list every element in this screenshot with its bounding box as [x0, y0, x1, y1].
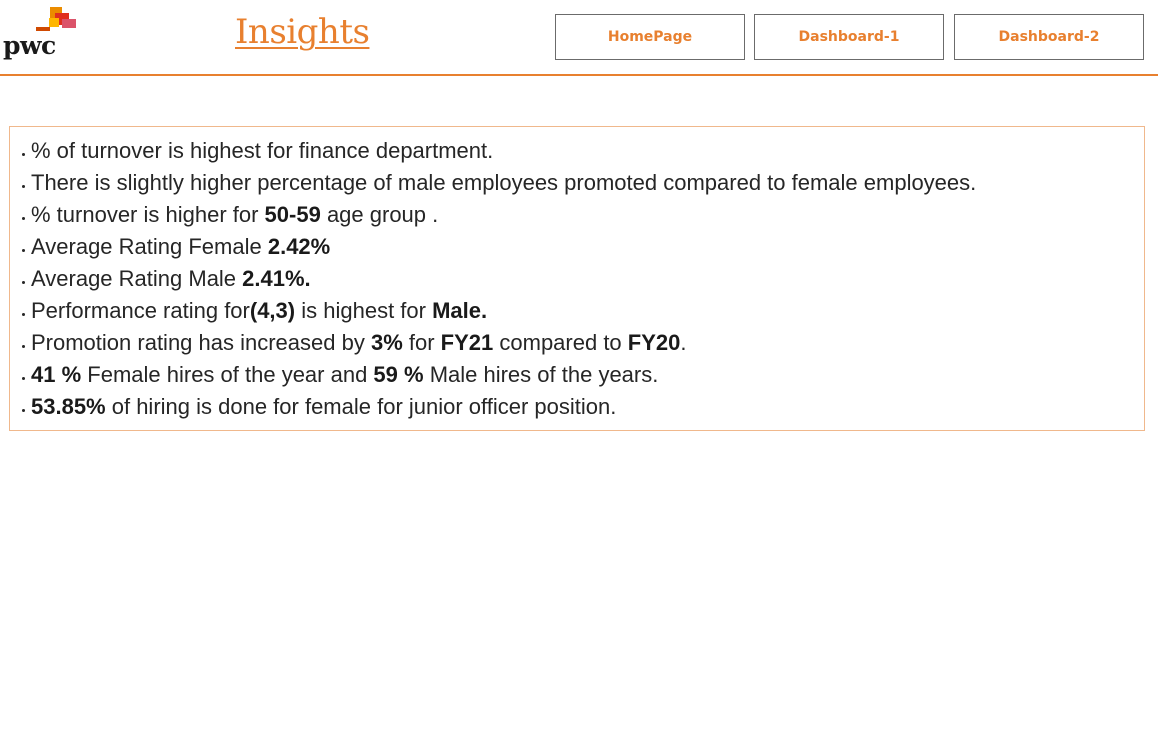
- bullet-icon: [22, 376, 25, 380]
- insight-highlight: (4,3): [249, 298, 296, 323]
- homepage-button[interactable]: HomePage: [555, 14, 745, 60]
- insight-text: age group .: [320, 202, 439, 227]
- insight-item-turnover-finance: % of turnover is highest for finance dep…: [22, 135, 1144, 167]
- insight-highlight: FY20: [627, 330, 681, 355]
- header: pwc Insights HomePage Dashboard-1 Dashbo…: [0, 0, 1158, 76]
- insight-text: Male hires of the years.: [423, 362, 659, 387]
- insight-item-turnover-age: % turnover is higher for 50-59 age group…: [22, 199, 1144, 231]
- insight-highlight: 3%: [370, 330, 403, 355]
- bullet-icon: [22, 216, 25, 220]
- insight-text: % of turnover is highest for finance dep…: [31, 138, 494, 163]
- insight-text: Promotion rating has increased by: [31, 330, 371, 355]
- pwc-logo-text: pwc: [3, 31, 56, 60]
- insight-text: .: [680, 330, 687, 355]
- insight-highlight: 50-59: [264, 202, 321, 227]
- page: pwc Insights HomePage Dashboard-1 Dashbo…: [0, 0, 1158, 741]
- insight-item-junior-officer-hiring: 53.85% of hiring is done for female for …: [22, 391, 1144, 423]
- insight-highlight: Male.: [432, 298, 488, 323]
- insight-text: Performance rating for: [31, 298, 250, 323]
- insight-text: % turnover is higher for: [31, 202, 265, 227]
- insight-item-male-promotion: There is slightly higher percentage of m…: [22, 167, 1144, 199]
- insight-text: Average Rating Male: [31, 266, 243, 291]
- page-title[interactable]: Insights: [235, 13, 370, 51]
- bullet-icon: [22, 152, 25, 156]
- bullet-icon: [22, 312, 25, 316]
- insights-box: % of turnover is highest for finance dep…: [9, 126, 1145, 431]
- dashboard-1-button[interactable]: Dashboard-1: [754, 14, 944, 60]
- pwc-logo: pwc: [3, 7, 79, 65]
- insight-highlight: 2.41%.: [242, 266, 311, 291]
- insight-highlight: 2.42%: [267, 234, 331, 259]
- insight-item-promotion-fy: Promotion rating has increased by 3% for…: [22, 327, 1144, 359]
- insight-item-performance-rating: Performance rating for (4,3) is highest f…: [22, 295, 1144, 327]
- bullet-icon: [22, 344, 25, 348]
- insight-highlight: FY21: [440, 330, 494, 355]
- insight-item-rating-male: Average Rating Male 2.41%.: [22, 263, 1144, 295]
- bullet-icon: [22, 248, 25, 252]
- insight-text: There is slightly higher percentage of m…: [31, 170, 977, 195]
- insight-text: is highest for: [295, 298, 433, 323]
- insight-text: Female hires of the year and: [81, 362, 374, 387]
- bullet-icon: [22, 408, 25, 412]
- bullet-icon: [22, 184, 25, 188]
- insight-text: for: [402, 330, 441, 355]
- insight-item-rating-female: Average Rating Female 2.42%: [22, 231, 1144, 263]
- insight-text: compared to: [493, 330, 628, 355]
- insight-highlight: 59 %: [373, 362, 424, 387]
- dashboard-2-button[interactable]: Dashboard-2: [954, 14, 1144, 60]
- insight-highlight: 41 %: [31, 362, 82, 387]
- insight-text: Average Rating Female: [31, 234, 268, 259]
- insight-highlight: 53.85%: [31, 394, 106, 419]
- insight-item-hires-gender: 41 % Female hires of the year and 59 % M…: [22, 359, 1144, 391]
- bullet-icon: [22, 280, 25, 284]
- insight-text: of hiring is done for female for junior …: [105, 394, 617, 419]
